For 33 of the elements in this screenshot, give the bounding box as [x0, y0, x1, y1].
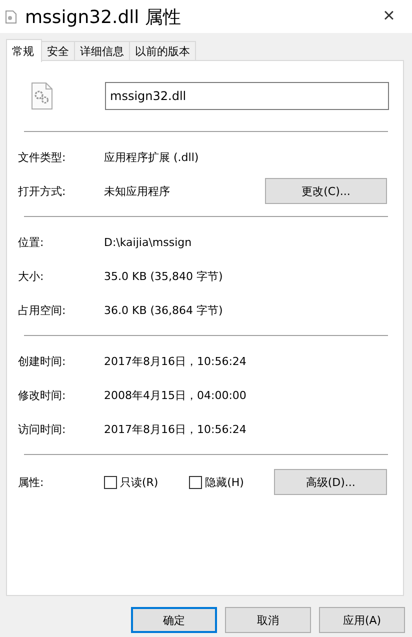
field-label: 位置: — [18, 234, 45, 250]
window-title: mssign32.dll 属性 — [25, 6, 182, 28]
field-label: 访问时间: — [18, 422, 67, 436]
field-value: 应用程序扩展 (.dll) — [104, 150, 200, 164]
checkbox-label: 隐藏(H) — [205, 474, 244, 490]
tab[interactable]: 以前的版本 — [129, 41, 196, 61]
field-value: 35.0 KB (35,840 字节) — [104, 268, 224, 284]
checkbox-label: 只读(R) — [120, 474, 158, 490]
field-value: D:\kaijia\mssign — [104, 236, 193, 248]
field-value: 2017年8月16日，10:56:24 — [104, 354, 248, 368]
field-label: 创建时间: — [18, 354, 67, 368]
gear-file-icon — [31, 82, 53, 110]
dialog-button[interactable]: 确定 — [131, 607, 217, 633]
file-name-field[interactable]: mssign32.dll — [105, 82, 389, 110]
field-label: 打开方式: — [18, 184, 67, 198]
field-value: 36.0 KB (36,864 字节) — [104, 302, 224, 318]
field-label: 文件类型: — [18, 150, 67, 164]
checkbox[interactable] — [189, 476, 202, 488]
file-icon — [5, 10, 17, 24]
field-value: 2008年4月15日，04:00:00 — [104, 388, 248, 402]
dialog-button[interactable]: 应用(A) — [319, 607, 405, 633]
tab[interactable]: 常规 — [6, 39, 42, 62]
field-label: 占用空间: — [18, 302, 67, 318]
field-value: 2017年8月16日，10:56:24 — [104, 422, 248, 436]
field-label: 修改时间: — [18, 388, 67, 402]
field-value: 未知应用程序 — [104, 184, 171, 198]
checkbox[interactable] — [104, 476, 117, 488]
advanced-button[interactable]: 高级(D)... — [274, 469, 387, 495]
field-label: 大小: — [18, 268, 45, 284]
change-button[interactable]: 更改(C)... — [265, 178, 387, 204]
dialog-button[interactable]: 取消 — [225, 607, 311, 633]
field-label: 属性: — [18, 474, 45, 490]
close-button[interactable]: × — [366, 0, 412, 33]
